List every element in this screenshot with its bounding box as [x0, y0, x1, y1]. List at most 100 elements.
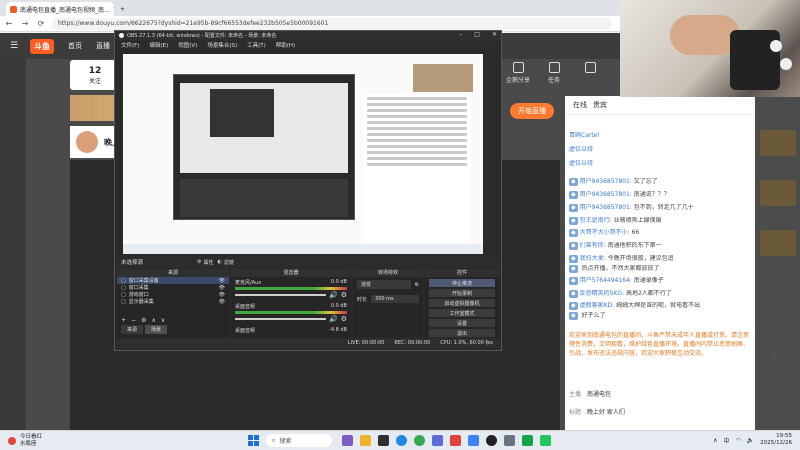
edge-icon[interactable]	[396, 435, 407, 446]
maximize-icon[interactable]: □	[474, 31, 480, 38]
wechat-icon[interactable]	[540, 435, 551, 446]
follow-counter[interactable]: 12 关注	[70, 60, 120, 90]
clock[interactable]: 19:55 2025/12/26	[760, 433, 792, 447]
url-input[interactable]: https://www.douyu.com/6622675?dyshid=21e…	[52, 17, 612, 30]
gear-icon[interactable]: ⚙	[341, 291, 347, 299]
chat-username[interactable]: 虚假客家KD:	[580, 302, 615, 309]
source-item[interactable]: ▢ 游戏窗口 👁	[117, 291, 229, 299]
menu-file[interactable]: 文件(F)	[121, 41, 139, 49]
reload-icon[interactable]: ⟳	[36, 19, 46, 28]
menu-icon[interactable]: ☰	[10, 41, 18, 51]
volume-slider[interactable]	[235, 294, 326, 296]
obs-taskbar-icon[interactable]	[486, 435, 497, 446]
weather-widget[interactable]: 今日看红 水瓶座	[8, 434, 42, 448]
chat-username[interactable]: 用户9436857801:	[580, 191, 632, 198]
taskbar-app-icon[interactable]	[504, 435, 515, 446]
source-item[interactable]: ▢ 显示器采集 👁	[117, 298, 229, 306]
filters-button[interactable]: ◐ 滤镜	[218, 259, 234, 266]
nav-live[interactable]: 直播	[96, 41, 110, 51]
list-icon[interactable]: ☰	[772, 396, 779, 405]
tab-scenes[interactable]: 场景	[145, 325, 168, 334]
back-icon[interactable]: ←	[4, 19, 14, 28]
chevron-up-icon[interactable]: ∧	[713, 437, 717, 444]
menu-scene-collection[interactable]: 场景集合(S)	[207, 41, 237, 49]
chat-username[interactable]: 用户9436857801:	[580, 178, 632, 185]
speaker-icon[interactable]: 🔊	[329, 315, 338, 323]
close-icon[interactable]: ✕	[492, 31, 497, 38]
start-button[interactable]	[248, 435, 259, 446]
top-icon-clock[interactable]	[577, 62, 603, 84]
anchor-avatar[interactable]	[76, 131, 98, 153]
chat-username[interactable]: 青鸥Cartel	[569, 132, 599, 139]
top-icon-share[interactable]: 企鹅分享	[505, 62, 531, 84]
close-icon[interactable]: ✕	[113, 6, 114, 13]
add-icon[interactable]: +	[121, 317, 126, 324]
minimize-icon[interactable]: –	[459, 31, 462, 38]
menu-help[interactable]: 帮助(H)	[276, 41, 295, 49]
duration-input[interactable]: 300 ms	[371, 295, 419, 303]
chat-tab-online[interactable]: 在线	[573, 100, 587, 110]
start-live-button[interactable]: 开始直播	[510, 103, 554, 119]
chat-username[interactable]: 用户5764494164:	[580, 277, 632, 284]
menu-tools[interactable]: 工具(T)	[247, 41, 266, 49]
stop-streaming-button[interactable]: 停止推流	[429, 279, 495, 287]
speaker-icon[interactable]: 🔈	[747, 437, 754, 444]
chevron-down-icon[interactable]: ∨	[161, 317, 165, 324]
gift-item[interactable]	[760, 230, 796, 256]
source-item[interactable]: ▢ 窗口采集 👁	[117, 284, 229, 292]
forward-icon[interactable]: →	[20, 19, 30, 28]
eye-icon[interactable]: 👁	[219, 285, 225, 291]
gear-icon[interactable]: ⚙	[341, 315, 347, 323]
browser-tab[interactable]: 南通电包直播_南通电包视频_南... ✕	[6, 2, 114, 16]
taskbar-app-icon[interactable]	[468, 435, 479, 446]
tab-sources[interactable]: 来源	[121, 325, 144, 334]
wifi-icon[interactable]: ◠	[736, 437, 741, 444]
eye-icon[interactable]: 👁	[219, 292, 225, 298]
input-language[interactable]: 中	[724, 436, 730, 445]
top-icon-task[interactable]: 任务	[541, 62, 567, 84]
file-explorer-icon[interactable]	[360, 435, 371, 446]
eye-icon[interactable]: 👁	[219, 299, 225, 305]
chat-username[interactable]: 大哥不大小哥不小:	[580, 229, 630, 236]
chat-username[interactable]: 虚位以待	[569, 160, 593, 167]
gift-item[interactable]	[760, 130, 796, 156]
chat-tab-vip[interactable]: 贵宾	[593, 100, 607, 110]
taskbar-app-icon[interactable]	[342, 435, 353, 446]
chevron-up-icon[interactable]: ∧	[151, 317, 155, 324]
chat-username[interactable]: 们曾有你:	[580, 242, 606, 249]
chat-username[interactable]: 用户9436857801:	[580, 204, 632, 211]
taskbar-app-icon[interactable]	[378, 435, 389, 446]
help-icon[interactable]: ?	[772, 373, 779, 382]
volume-slider[interactable]	[235, 318, 326, 320]
settings-icon[interactable]: ⚙	[772, 350, 779, 359]
start-recording-button[interactable]: 开始录制	[429, 289, 495, 297]
menu-view[interactable]: 视图(V)	[178, 41, 197, 49]
taskbar-search[interactable]: ⌕ 搜索	[266, 434, 332, 447]
eye-icon[interactable]: 👁	[219, 278, 225, 284]
chrome-icon[interactable]	[414, 435, 425, 446]
gift-item[interactable]	[760, 180, 796, 206]
speaker-icon[interactable]: 🔊	[329, 291, 338, 299]
chat-username[interactable]: 虚位以待	[569, 146, 593, 153]
taskbar-app-icon[interactable]	[522, 435, 533, 446]
studio-mode-button[interactable]: 工作室模式	[429, 309, 495, 317]
gear-icon[interactable]: ⚙	[141, 317, 146, 324]
chat-username[interactable]: 我扫大发:	[580, 255, 606, 262]
site-logo[interactable]: 斗鱼	[30, 38, 54, 54]
menu-edit[interactable]: 编辑(E)	[149, 41, 168, 49]
settings-button[interactable]: 设置	[429, 319, 495, 327]
gear-icon[interactable]: ⚙	[415, 282, 419, 288]
exit-button[interactable]: 退出	[429, 329, 495, 337]
nav-home[interactable]: 首页	[68, 41, 82, 51]
chat-username[interactable]: 反恐精英的SKG:	[580, 290, 624, 297]
virtual-camera-button[interactable]: 启动虚拟摄像机	[429, 299, 495, 307]
new-tab-button[interactable]: +	[116, 2, 130, 16]
transition-select[interactable]: 渐变	[357, 280, 411, 289]
chat-username[interactable]: 包王是南行:	[580, 217, 612, 224]
taskbar-app-icon[interactable]	[432, 435, 443, 446]
source-item[interactable]: ▢ 窗口采集设备 👁	[117, 277, 229, 284]
remove-icon[interactable]: −	[131, 317, 136, 324]
properties-button[interactable]: ⚙ 属性	[197, 259, 214, 266]
taskbar-app-icon[interactable]	[450, 435, 461, 446]
obs-preview[interactable]	[123, 54, 483, 254]
